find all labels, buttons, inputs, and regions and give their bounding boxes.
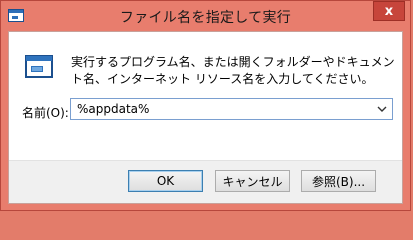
dialog-body: 実行するプログラム名、または開くフォルダーやドキュメント名、インターネット リソ…: [8, 31, 403, 204]
close-icon: x: [384, 3, 394, 19]
open-input[interactable]: %appdata%: [77, 102, 149, 116]
run-icon: [25, 55, 53, 78]
chevron-down-icon: [377, 106, 387, 112]
open-label: 名前(O):: [22, 106, 69, 120]
dialog-description: 実行するプログラム名、または開くフォルダーやドキュメント名、インターネット リソ…: [71, 55, 395, 86]
close-button[interactable]: x: [373, 1, 405, 21]
ok-button[interactable]: OK: [128, 170, 203, 192]
titlebar[interactable]: ファイル名を指定して実行 x: [1, 1, 410, 31]
run-dialog-window: ファイル名を指定して実行 x 実行するプログラム名、または開くフォルダーやドキュ…: [0, 0, 411, 211]
browse-button[interactable]: 参照(B)...: [301, 170, 376, 192]
button-bar: OK キャンセル 参照(B)...: [9, 160, 402, 203]
window-title: ファイル名を指定して実行: [119, 10, 292, 26]
open-combobox[interactable]: %appdata%: [70, 98, 393, 120]
cancel-button[interactable]: キャンセル: [215, 170, 290, 192]
combo-dropdown-button[interactable]: [375, 101, 389, 117]
